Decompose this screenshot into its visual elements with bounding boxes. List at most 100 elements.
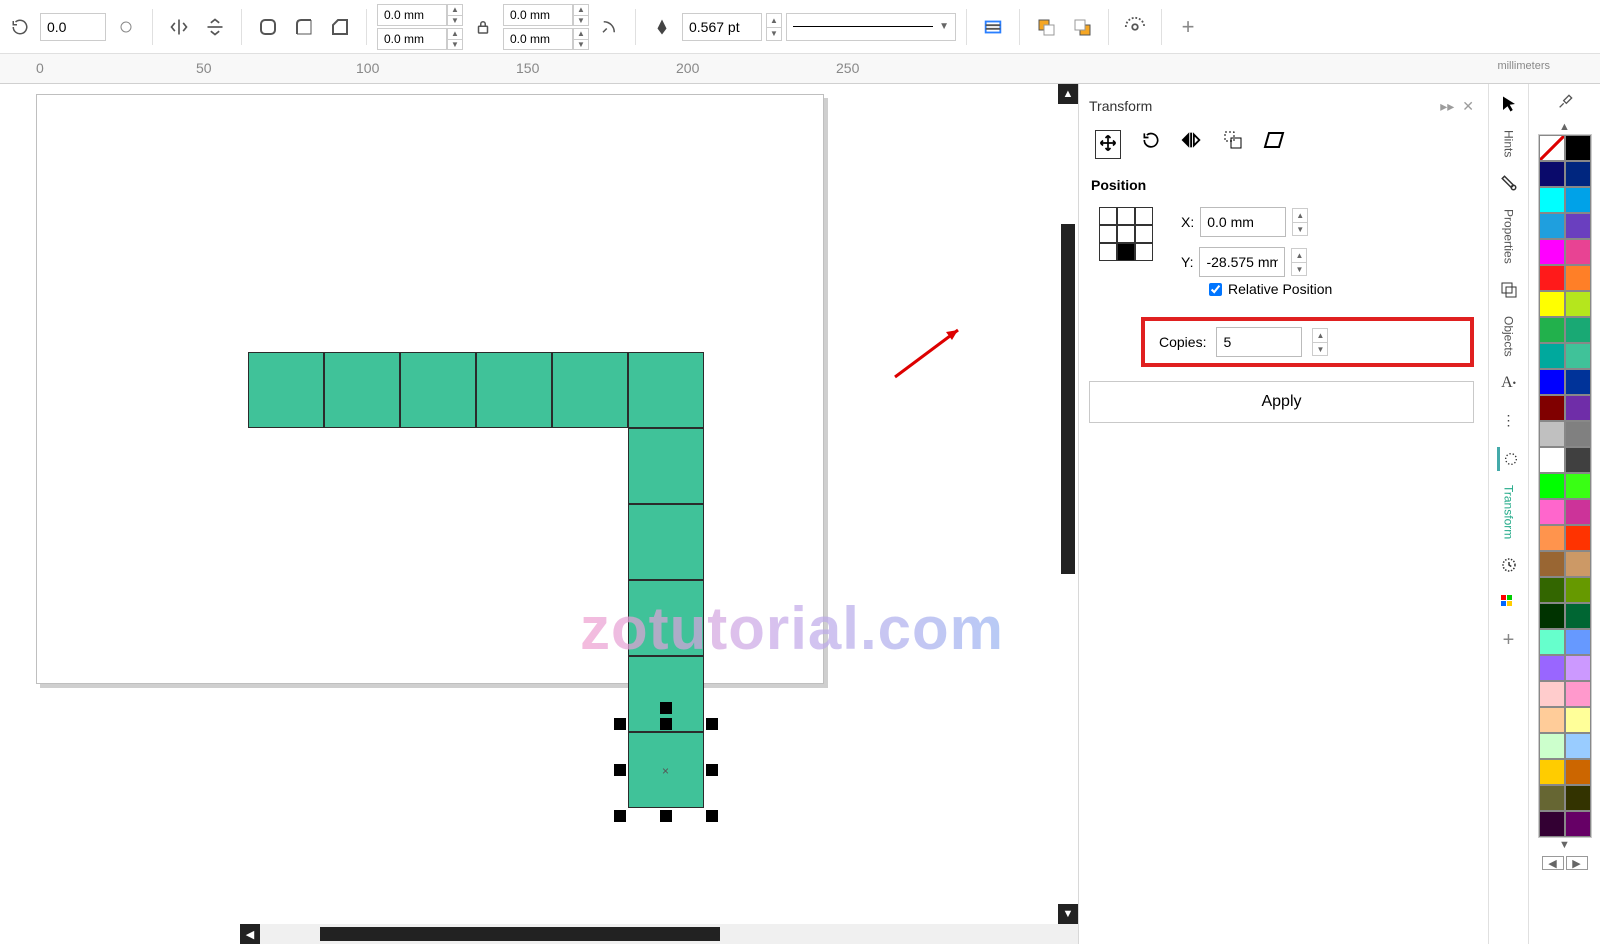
swatch[interactable] — [1539, 499, 1565, 525]
square[interactable] — [628, 352, 704, 428]
swatch[interactable] — [1565, 733, 1591, 759]
more-icon[interactable]: ⋮ — [1497, 409, 1521, 433]
swatch[interactable] — [1539, 135, 1565, 161]
square[interactable] — [628, 428, 704, 504]
square[interactable] — [628, 504, 704, 580]
mirror-h-icon[interactable] — [163, 11, 195, 43]
horizontal-scrollbar[interactable]: ◀ — [0, 924, 1078, 944]
properties-icon[interactable] — [1497, 171, 1521, 195]
swatch[interactable] — [1539, 681, 1565, 707]
swatch[interactable] — [1565, 577, 1591, 603]
corner-round-icon[interactable] — [252, 11, 284, 43]
swatch[interactable] — [1565, 681, 1591, 707]
swatch[interactable] — [1565, 655, 1591, 681]
rotate-icon[interactable] — [4, 11, 36, 43]
tab-size[interactable] — [1223, 130, 1243, 159]
swatch[interactable] — [1565, 785, 1591, 811]
swatch[interactable] — [1539, 551, 1565, 577]
swatch[interactable] — [1565, 213, 1591, 239]
palette-down-icon[interactable]: ▼ — [1555, 838, 1575, 852]
objects-icon[interactable] — [1497, 278, 1521, 302]
rotation-input[interactable] — [40, 13, 106, 41]
swatch[interactable] — [1539, 239, 1565, 265]
hints-tab[interactable]: Hints — [1502, 130, 1516, 157]
lock-corners-icon[interactable] — [467, 11, 499, 43]
properties-tab[interactable]: Properties — [1502, 209, 1516, 264]
swatch[interactable] — [1539, 291, 1565, 317]
transform-tab[interactable]: Transform — [1502, 485, 1516, 539]
swatch[interactable] — [1539, 395, 1565, 421]
relative-corner-icon[interactable] — [593, 11, 625, 43]
square[interactable] — [324, 352, 400, 428]
spinner[interactable]: ▲▼ — [573, 4, 589, 26]
corner3-input[interactable] — [503, 4, 573, 26]
swatch[interactable] — [1565, 265, 1591, 291]
eyedrop-icon[interactable] — [1553, 90, 1577, 114]
convert-curves-icon[interactable] — [1119, 11, 1151, 43]
swatch[interactable] — [1565, 525, 1591, 551]
spinner[interactable]: ▲▼ — [766, 13, 782, 41]
square[interactable] — [552, 352, 628, 428]
swatch[interactable] — [1539, 603, 1565, 629]
tab-position[interactable] — [1095, 130, 1121, 159]
outline-width-input[interactable] — [682, 13, 762, 41]
scroll-down-icon[interactable]: ▼ — [1058, 904, 1078, 924]
spinner[interactable]: ▲▼ — [1292, 208, 1308, 236]
selection-handles[interactable]: × — [620, 724, 712, 816]
spinner[interactable]: ▲▼ — [1291, 248, 1307, 276]
swatch[interactable] — [1539, 629, 1565, 655]
apply-button[interactable]: Apply — [1089, 381, 1474, 423]
square[interactable] — [476, 352, 552, 428]
corner-chamfer-icon[interactable] — [324, 11, 356, 43]
wrap-text-icon[interactable] — [977, 11, 1009, 43]
history-icon[interactable] — [1497, 553, 1521, 577]
tab-skew[interactable] — [1263, 130, 1285, 159]
swatch[interactable] — [1565, 707, 1591, 733]
spinner[interactable]: ▲▼ — [447, 4, 463, 26]
palette-right-icon[interactable]: ▶ — [1566, 856, 1588, 870]
x-input[interactable] — [1200, 207, 1286, 237]
corner4-input[interactable] — [503, 28, 573, 50]
close-icon[interactable]: ✕ — [1462, 98, 1474, 115]
rgb-icon[interactable] — [1497, 591, 1521, 615]
swatch[interactable] — [1565, 395, 1591, 421]
scroll-up-icon[interactable]: ▲ — [1058, 84, 1078, 104]
scroll-thumb[interactable] — [320, 927, 720, 941]
swatch[interactable] — [1565, 811, 1591, 837]
swatch[interactable] — [1565, 447, 1591, 473]
add-docker-icon[interactable]: + — [1497, 629, 1521, 653]
swatch[interactable] — [1539, 811, 1565, 837]
swatch[interactable] — [1565, 187, 1591, 213]
text-icon[interactable]: A• — [1497, 371, 1521, 395]
swatch[interactable] — [1539, 213, 1565, 239]
corner2-input[interactable] — [377, 28, 447, 50]
swatch[interactable] — [1539, 343, 1565, 369]
corner1-input[interactable] — [377, 4, 447, 26]
to-front-icon[interactable] — [1030, 11, 1062, 43]
swatch[interactable] — [1565, 421, 1591, 447]
swatch[interactable] — [1565, 135, 1591, 161]
swatch[interactable] — [1539, 707, 1565, 733]
anchor-grid[interactable] — [1099, 207, 1153, 261]
scroll-left-icon[interactable]: ◀ — [240, 924, 260, 944]
palette-up-icon[interactable]: ▲ — [1555, 120, 1575, 134]
add-icon[interactable]: + — [1172, 11, 1204, 43]
square[interactable] — [248, 352, 324, 428]
corner-scallop-icon[interactable] — [288, 11, 320, 43]
mirror-v-icon[interactable] — [199, 11, 231, 43]
swatch[interactable] — [1565, 473, 1591, 499]
swatch[interactable] — [1539, 447, 1565, 473]
objects-tab[interactable]: Objects — [1502, 316, 1516, 357]
spinner[interactable]: ▲▼ — [1312, 328, 1328, 356]
square[interactable] — [628, 580, 704, 656]
swatch[interactable] — [1565, 369, 1591, 395]
swatch[interactable] — [1565, 499, 1591, 525]
swatch[interactable] — [1565, 759, 1591, 785]
tab-rotate[interactable] — [1141, 130, 1161, 159]
swatch[interactable] — [1565, 551, 1591, 577]
collapse-icon[interactable]: ▸▸ — [1440, 98, 1454, 115]
scroll-thumb[interactable] — [1061, 224, 1075, 574]
swatch[interactable] — [1565, 161, 1591, 187]
tab-mirror[interactable] — [1181, 130, 1203, 159]
palette-left-icon[interactable]: ◀ — [1542, 856, 1564, 870]
